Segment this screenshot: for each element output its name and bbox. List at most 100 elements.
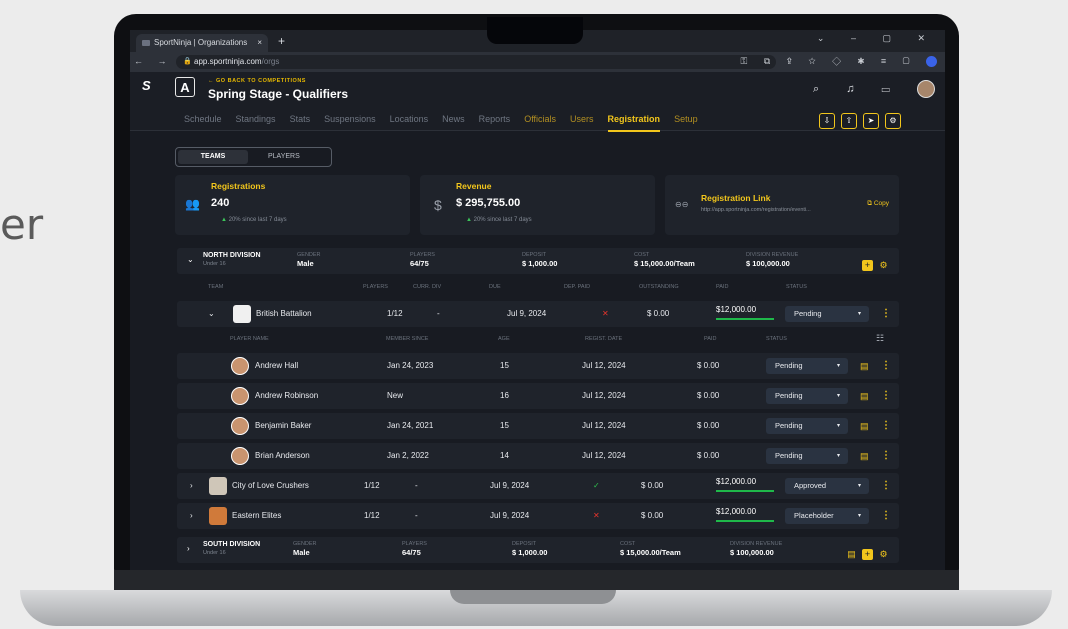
tab-officials[interactable]: Officials: [524, 114, 556, 124]
close-tab-icon[interactable]: ×: [257, 34, 262, 52]
player-row[interactable]: Andrew Robinson New 16 Jul 12, 2024 $ 0.…: [177, 383, 899, 409]
more-options-icon[interactable]: ⋮: [881, 413, 891, 439]
chevron-right-icon[interactable]: ›: [190, 473, 193, 499]
dropdown-icon: ▾: [836, 453, 840, 459]
more-options-icon[interactable]: ⋮: [881, 301, 891, 327]
more-options-icon[interactable]: ⋮: [881, 443, 891, 469]
status-dropdown[interactable]: Pending ▾: [766, 388, 848, 404]
laptop-base-notch: [450, 590, 616, 604]
status-dropdown[interactable]: Approved ▾: [785, 478, 869, 494]
link-icon: ⊖⊖: [675, 200, 689, 209]
tab-schedule[interactable]: Schedule: [184, 114, 222, 124]
player-name[interactable]: Benjamin Baker: [255, 413, 311, 439]
team-name[interactable]: City of Love Crushers: [232, 473, 309, 499]
dropdown-icon: ▾: [857, 513, 861, 519]
more-options-icon[interactable]: ⋮: [881, 473, 891, 499]
document-icon[interactable]: ▤: [860, 413, 869, 439]
team-name[interactable]: British Battalion: [256, 301, 312, 327]
team-name[interactable]: Eastern Elites: [232, 503, 281, 529]
tab-setup[interactable]: Setup: [674, 114, 698, 124]
tab-locations[interactable]: Locations: [390, 114, 429, 124]
add-team-icon[interactable]: +: [862, 260, 873, 271]
tab-news[interactable]: News: [442, 114, 465, 124]
status-dropdown[interactable]: Pending ▾: [766, 448, 848, 464]
player-name[interactable]: Andrew Robinson: [255, 383, 318, 409]
user-avatar[interactable]: [917, 80, 935, 98]
team-row[interactable]: › Eastern Elites 1/12 - Jul 9, 2024 ✕ $ …: [177, 503, 899, 529]
player-row[interactable]: Brian Anderson Jan 2, 2022 14 Jul 12, 20…: [177, 443, 899, 469]
download-button[interactable]: ⇩: [819, 113, 835, 129]
division-gender: GENDER Male: [293, 541, 317, 557]
tab-suspensions[interactable]: Suspensions: [324, 114, 376, 124]
gear-icon[interactable]: ⚙: [878, 549, 889, 560]
division-actions: + ⚙: [857, 255, 889, 273]
chevron-right-icon[interactable]: ›: [190, 503, 193, 529]
status-dropdown[interactable]: Pending ▾: [785, 306, 869, 322]
filter-icon[interactable]: ☷: [876, 333, 884, 344]
player-row[interactable]: Andrew Hall Jan 24, 2023 15 Jul 12, 2024…: [177, 353, 899, 379]
document-icon[interactable]: ▤: [846, 549, 857, 560]
team-curr-div: -: [415, 511, 418, 520]
player-age: 16: [500, 391, 509, 400]
player-regist-date: Jul 12, 2024: [582, 391, 626, 400]
upload-button[interactable]: ⇧: [841, 113, 857, 129]
north-division-header[interactable]: ⌄ NORTH DIVISION Under 16 GENDER Male PLA…: [177, 248, 899, 274]
copy-button[interactable]: ⧉ Copy: [867, 200, 889, 208]
status-dropdown[interactable]: Pending ▾: [766, 358, 848, 374]
status-dropdown[interactable]: Placeholder ▾: [785, 508, 869, 524]
gear-icon[interactable]: ⚙: [878, 260, 889, 271]
player-name[interactable]: Andrew Hall: [255, 353, 298, 379]
col-member-since: MEMBER SINCE: [386, 336, 429, 342]
browser-tab[interactable]: SportNinja | Organizations ×: [136, 34, 268, 52]
competition-title: Spring Stage - Qualifiers: [208, 87, 349, 101]
team-paid: $12,000.00: [716, 507, 757, 516]
col-paid: PAID: [716, 284, 729, 290]
player-avatar: [231, 447, 249, 465]
trend-up-icon: ▲: [221, 217, 227, 223]
team-row[interactable]: › City of Love Crushers 1/12 - Jul 9, 20…: [177, 473, 899, 499]
search-bell-chat-icons[interactable]: ⌕ ♫ ▭: [813, 83, 902, 95]
registration-link-url[interactable]: http://app.sportninja.com/registration/e…: [701, 207, 811, 213]
send-button[interactable]: ➤: [863, 113, 879, 129]
settings-button[interactable]: ⚙: [885, 113, 901, 129]
sportninja-logo-icon[interactable]: S: [142, 78, 160, 93]
more-options-icon[interactable]: ⋮: [881, 383, 891, 409]
add-team-icon[interactable]: +: [862, 549, 873, 560]
team-players: 1/12: [387, 309, 403, 318]
back-to-competitions-link[interactable]: ← GO BACK TO COMPETITIONS: [208, 78, 306, 84]
teams-toggle[interactable]: TEAMS: [178, 150, 248, 164]
address-bar[interactable]: 🔒 app.sportninja.com/orgs: [176, 55, 776, 69]
chevron-down-icon[interactable]: ⌄: [187, 255, 194, 264]
player-age: 14: [500, 451, 509, 460]
document-icon[interactable]: ▤: [860, 443, 869, 469]
window-controls[interactable]: ⌄ – ▢ ✕: [817, 33, 937, 44]
more-options-icon[interactable]: ⋮: [881, 353, 891, 379]
new-tab-button[interactable]: +: [278, 34, 285, 48]
chevron-down-icon[interactable]: ⌄: [208, 301, 215, 327]
document-icon[interactable]: ▤: [860, 353, 869, 379]
team-curr-div: -: [415, 481, 418, 490]
player-regist-date: Jul 12, 2024: [582, 361, 626, 370]
player-name[interactable]: Brian Anderson: [255, 443, 310, 469]
player-row[interactable]: Benjamin Baker Jan 24, 2021 15 Jul 12, 2…: [177, 413, 899, 439]
org-badge[interactable]: A: [175, 77, 195, 97]
players-toggle[interactable]: PLAYERS: [268, 150, 300, 164]
browser-profile-icon[interactable]: [926, 56, 937, 68]
more-options-icon[interactable]: ⋮: [881, 503, 891, 529]
player-paid: $ 0.00: [697, 361, 720, 370]
tab-users[interactable]: Users: [570, 114, 594, 124]
south-division-header[interactable]: › SOUTH DIVISION Under 16 GENDER Male PLA…: [177, 537, 899, 563]
team-due: Jul 9, 2024: [490, 511, 530, 520]
tab-standings[interactable]: Standings: [236, 114, 276, 124]
tab-reports[interactable]: Reports: [479, 114, 511, 124]
status-dropdown[interactable]: Pending ▾: [766, 418, 848, 434]
tab-registration[interactable]: Registration: [607, 114, 661, 132]
document-icon[interactable]: ▤: [860, 383, 869, 409]
player-avatar: [231, 387, 249, 405]
chevron-right-icon[interactable]: ›: [187, 544, 190, 553]
team-row-expanded[interactable]: ⌄ British Battalion 1/12 - Jul 9, 2024 ✕…: [177, 301, 899, 327]
tab-stats[interactable]: Stats: [290, 114, 311, 124]
registrations-trend: ▲ 20% since last 7 days: [221, 217, 287, 223]
teams-players-toggle: TEAMS PLAYERS: [175, 147, 332, 167]
browser-extension-icons[interactable]: ⚿ ⧉ ⇪ ☆ ◇ ✱ ≡ ▢: [740, 56, 937, 68]
